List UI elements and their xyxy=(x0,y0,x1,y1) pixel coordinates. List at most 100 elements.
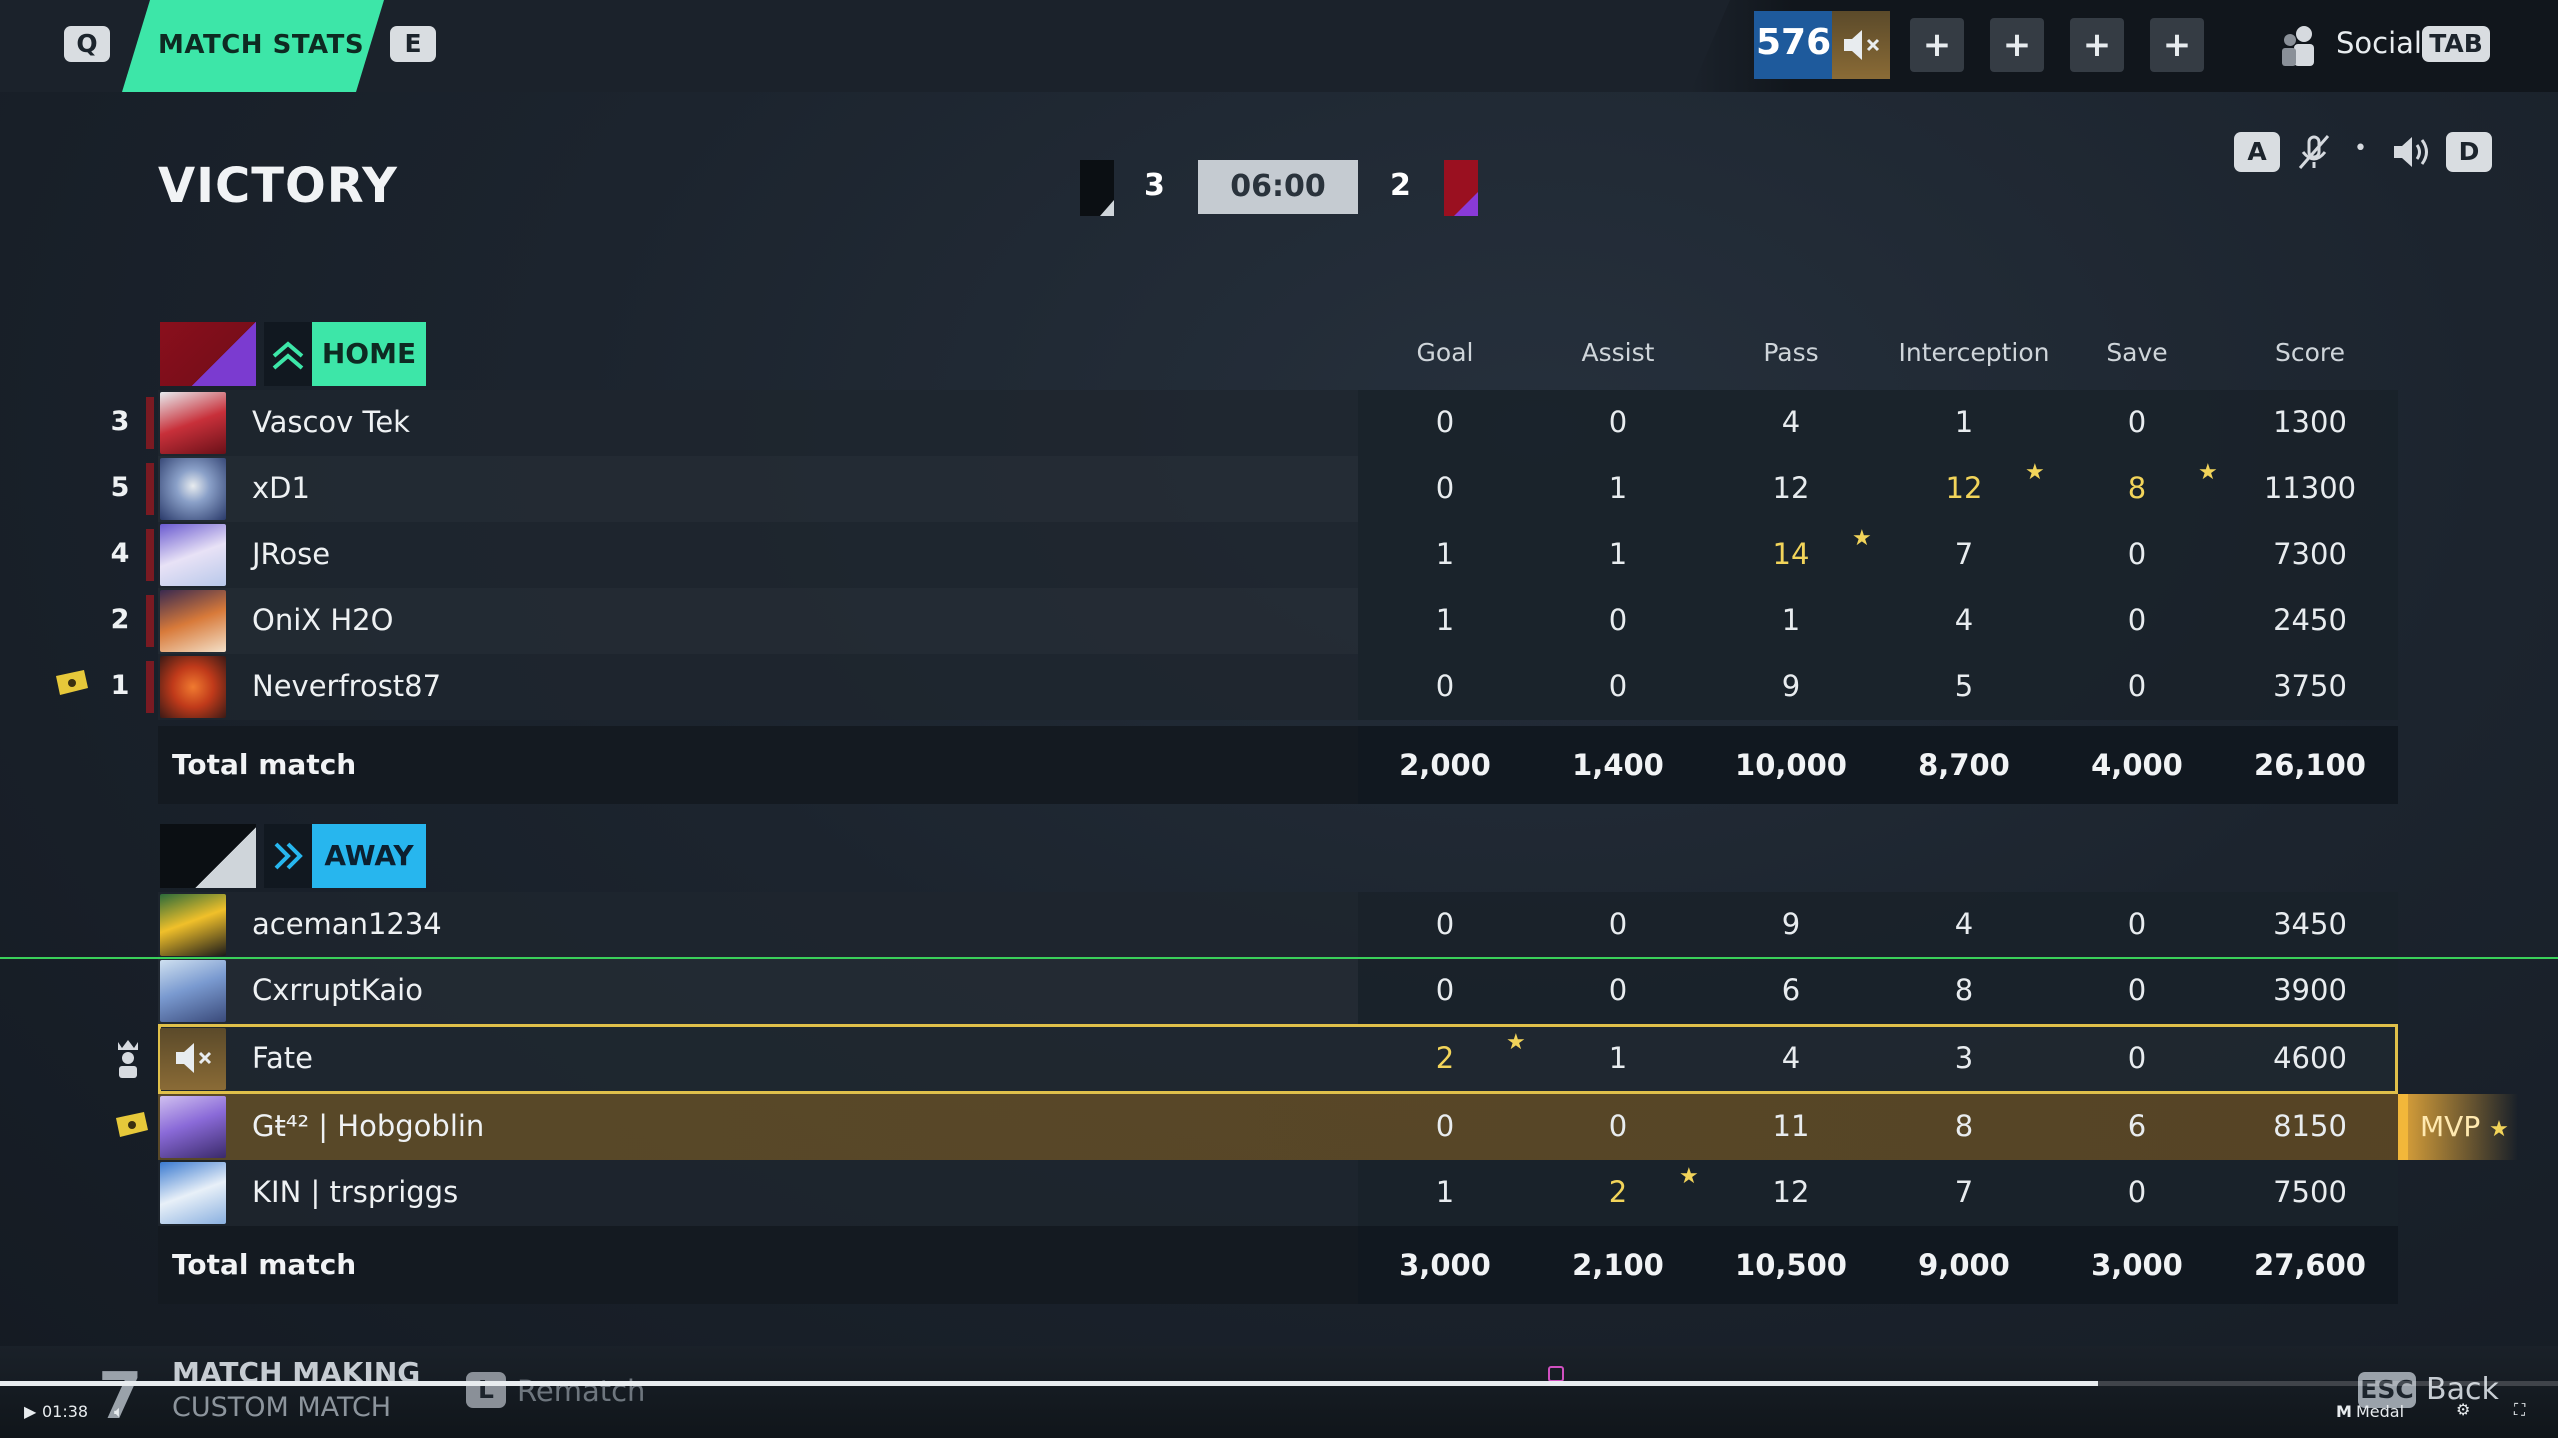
stat-pass: 9 xyxy=(1781,669,1801,703)
star-icon: ★ xyxy=(1852,526,1872,551)
mvp-stripe xyxy=(2398,1094,2408,1160)
player-name[interactable]: OniX H2O xyxy=(252,603,393,637)
speaker-icon[interactable] xyxy=(2390,132,2432,172)
rematch-button[interactable]: Rematch xyxy=(517,1374,645,1408)
player-name[interactable]: KIN | trspriggs xyxy=(252,1175,458,1209)
stat-goal: 0 xyxy=(1435,907,1455,941)
prev-tab-key[interactable]: Q xyxy=(64,26,110,62)
stat-score: 7500 xyxy=(2273,1175,2347,1209)
stat-pass: 9 xyxy=(1781,907,1801,941)
rank-bar xyxy=(146,595,154,647)
stat-score: 4600 xyxy=(2273,1041,2347,1075)
stat-save: 0 xyxy=(2127,603,2147,637)
player-name[interactable]: CxrruptKaio xyxy=(252,973,423,1007)
stat-assist: 1 xyxy=(1608,471,1628,505)
mvp-badge: MVP ★ xyxy=(2398,1094,2518,1160)
table-row[interactable] xyxy=(158,456,1358,522)
total-score: 27,600 xyxy=(2254,1248,2366,1282)
home-team-label: HOME xyxy=(312,322,426,386)
stat-goal: 1 xyxy=(1435,1175,1455,1209)
stat-interception: 4 xyxy=(1954,603,1974,637)
stat-interception: 5 xyxy=(1954,669,1974,703)
total-interception: 8,700 xyxy=(1918,748,2010,782)
party-slot-button[interactable]: + xyxy=(1990,18,2044,72)
social-label[interactable]: Social xyxy=(2336,26,2422,60)
home-team-banner xyxy=(160,322,256,386)
medal-logo-icon: M xyxy=(2336,1402,2352,1421)
stat-interception-best: 12 xyxy=(1945,471,1983,505)
stat-pass: 4 xyxy=(1781,1041,1801,1075)
player-name[interactable]: Neverfrost87 xyxy=(252,669,441,703)
stat-score: 7300 xyxy=(2273,537,2347,571)
stat-score: 11300 xyxy=(2263,471,2357,505)
stat-goal-best: 2 xyxy=(1435,1041,1455,1075)
ticket-icon xyxy=(114,1110,150,1140)
player-name[interactable]: Gŧ⁴² | Hobgoblin xyxy=(252,1109,484,1143)
stat-assist: 0 xyxy=(1608,907,1628,941)
stat-interception: 3 xyxy=(1954,1041,1974,1075)
play-icon[interactable]: ▶ xyxy=(24,1402,36,1421)
stat-score: 3750 xyxy=(2273,669,2347,703)
stat-pass: 6 xyxy=(1781,973,1801,1007)
settings-gear-icon[interactable]: ⚙ xyxy=(2456,1400,2470,1419)
player-rank: 5 xyxy=(110,472,130,503)
party-slot-button[interactable]: + xyxy=(2150,18,2204,72)
stat-save: 0 xyxy=(2127,537,2147,571)
stat-pass-best: 14 xyxy=(1772,537,1810,571)
volume-icon[interactable]: 🔈︎ xyxy=(114,1402,124,1422)
away-team-label: AWAY xyxy=(312,824,426,888)
column-header-goal: Goal xyxy=(1416,338,1474,367)
voice-next-key[interactable]: D xyxy=(2446,132,2492,172)
player-name[interactable]: JRose xyxy=(252,537,330,571)
total-interception: 9,000 xyxy=(1918,1248,2010,1282)
total-pass: 10,500 xyxy=(1735,1248,1847,1282)
stat-pass: 4 xyxy=(1781,405,1801,439)
stat-save-best: 8 xyxy=(2127,471,2147,505)
mode-subtitle: CUSTOM MATCH xyxy=(172,1392,392,1423)
eagle-avatar xyxy=(160,1162,226,1224)
total-save: 3,000 xyxy=(2091,1248,2183,1282)
column-header-interception: Interception xyxy=(1898,338,2050,367)
stat-assist: 0 xyxy=(1608,1109,1628,1143)
social-key[interactable]: TAB xyxy=(2422,26,2490,62)
stat-goal: 0 xyxy=(1435,669,1455,703)
total-assist: 1,400 xyxy=(1572,748,1664,782)
party-slot-button[interactable]: + xyxy=(1910,18,1964,72)
tab-match-stats-label: MATCH STATS xyxy=(158,30,365,60)
star-icon: ★ xyxy=(2489,1117,2509,1142)
fullscreen-icon[interactable]: ⛶ xyxy=(2514,1400,2525,1420)
player-name[interactable]: aceman1234 xyxy=(252,907,442,941)
stat-pass: 12 xyxy=(1772,1175,1810,1209)
stat-assist: 0 xyxy=(1608,603,1628,637)
away-score: 2 xyxy=(1390,168,1411,203)
total-score: 26,100 xyxy=(2254,748,2366,782)
player-name[interactable]: Fate xyxy=(252,1041,313,1075)
total-label: Total match xyxy=(172,748,357,781)
total-pass: 10,000 xyxy=(1735,748,1847,782)
total-label: Total match xyxy=(172,1248,357,1281)
stat-save: 0 xyxy=(2127,1041,2147,1075)
mic-muted-icon[interactable] xyxy=(2294,132,2334,172)
next-tab-key[interactable]: E xyxy=(390,26,436,62)
stat-interception: 8 xyxy=(1954,1109,1974,1143)
stat-save: 0 xyxy=(2127,1175,2147,1209)
video-time: 01:38 xyxy=(42,1402,89,1421)
stat-goal: 0 xyxy=(1435,471,1455,505)
party-leader-icon xyxy=(110,1036,146,1080)
player-name[interactable]: xD1 xyxy=(252,471,310,505)
total-assist: 2,100 xyxy=(1572,1248,1664,1282)
player-name[interactable]: Vascov Tek xyxy=(252,405,410,439)
stat-assist: 0 xyxy=(1608,669,1628,703)
unicorn-avatar xyxy=(160,524,226,586)
rank-bar xyxy=(146,397,154,449)
table-row[interactable] xyxy=(158,522,1358,588)
voice-prev-key[interactable]: A xyxy=(2234,132,2280,172)
column-header-save: Save xyxy=(2106,338,2168,367)
match-timer: 06:00 xyxy=(1198,160,1358,214)
party-slot-button[interactable]: + xyxy=(2070,18,2124,72)
home-flag-icon xyxy=(1080,160,1114,216)
rank-bar xyxy=(146,661,154,713)
social-people-icon[interactable] xyxy=(2278,22,2322,68)
tab-match-stats[interactable]: MATCH STATS xyxy=(122,0,384,92)
rematch-key[interactable]: L xyxy=(466,1372,506,1408)
